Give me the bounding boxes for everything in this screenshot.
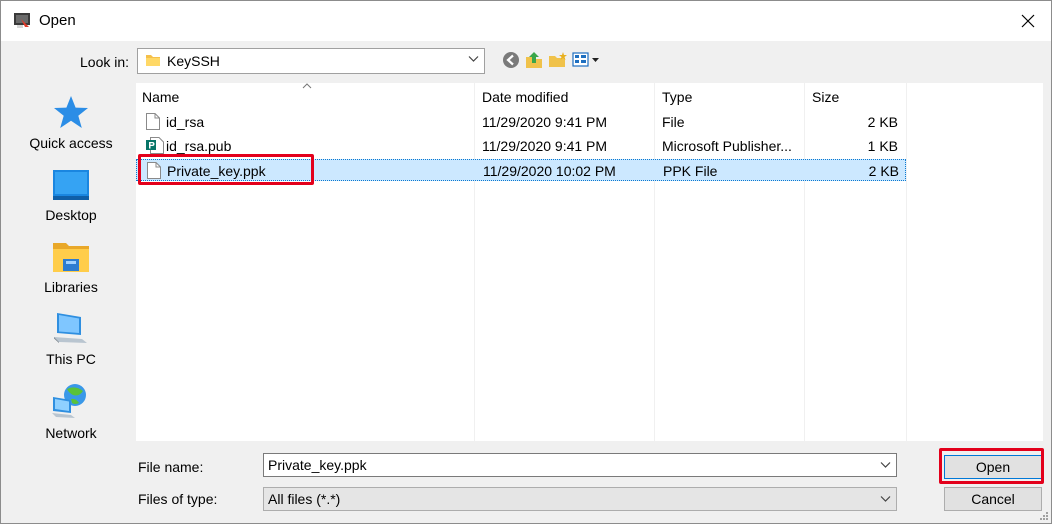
back-icon[interactable]	[502, 51, 520, 69]
file-name: id_rsa	[166, 114, 205, 130]
close-icon	[1021, 14, 1035, 28]
publisher-file-icon	[146, 137, 164, 154]
file-date: 11/29/2020 9:41 PM	[482, 114, 608, 130]
libraries-icon	[53, 243, 89, 272]
place-label: This PC	[46, 351, 96, 367]
place-this-pc[interactable]: This PC	[9, 311, 133, 367]
sort-ascending-icon	[302, 83, 312, 89]
place-label: Desktop	[45, 207, 97, 223]
new-folder-icon[interactable]	[548, 51, 568, 69]
column-separator	[906, 83, 907, 441]
cancel-button[interactable]: Cancel	[944, 487, 1042, 511]
file-type: Microsoft Publisher...	[662, 138, 792, 154]
file-icon	[146, 113, 160, 130]
file-size: 2 KB	[867, 114, 898, 130]
resize-grip-icon[interactable]	[1039, 511, 1049, 521]
chevron-down-icon[interactable]	[880, 461, 891, 469]
column-header-date[interactable]: Date modified	[482, 89, 568, 105]
open-button-highlight-box	[939, 448, 1044, 484]
view-menu-icon[interactable]	[572, 51, 602, 69]
place-label: Quick access	[29, 135, 113, 151]
file-name-combobox[interactable]	[263, 453, 897, 477]
look-in-value: KeySSH	[167, 53, 220, 69]
folder-icon	[146, 55, 160, 66]
file-list[interactable]: Name Date modified Type Size id_rsa 11/2…	[136, 83, 1043, 441]
chevron-down-icon	[880, 496, 891, 502]
file-type-label: Files of type:	[138, 491, 218, 507]
file-name-input[interactable]	[268, 457, 868, 473]
app-icon	[14, 13, 30, 28]
file-row-id-rsa[interactable]: id_rsa 11/29/2020 9:41 PM File 2 KB	[136, 111, 906, 133]
open-dialog: Open Look in: KeySSH Quick access Deskto…	[0, 0, 1052, 524]
look-in-combobox[interactable]: KeySSH	[137, 48, 485, 74]
file-name: id_rsa.pub	[166, 138, 232, 154]
column-header-size[interactable]: Size	[812, 89, 839, 105]
file-date: 11/29/2020 10:02 PM	[483, 163, 616, 179]
file-type-select[interactable]: All files (*.*)	[263, 487, 897, 511]
title-bar: Open	[1, 1, 1051, 41]
place-quick-access[interactable]: Quick access	[9, 95, 133, 151]
place-desktop[interactable]: Desktop	[9, 169, 133, 223]
file-type: PPK File	[663, 163, 718, 179]
close-button[interactable]	[1005, 1, 1051, 41]
network-icon	[52, 384, 86, 418]
places-bar: Quick access Desktop Libraries This PC N…	[9, 83, 133, 441]
selection-highlight-box	[138, 154, 314, 185]
file-type: File	[662, 114, 685, 130]
file-date: 11/29/2020 9:41 PM	[482, 138, 608, 154]
desktop-icon	[53, 170, 89, 200]
place-label: Network	[45, 425, 97, 441]
look-in-label: Look in:	[80, 54, 130, 70]
place-label: Libraries	[44, 279, 98, 295]
file-size: 2 KB	[868, 163, 899, 179]
file-size: 1 KB	[867, 138, 898, 154]
column-header-type[interactable]: Type	[662, 89, 692, 105]
column-header-name[interactable]: Name	[142, 89, 179, 105]
up-folder-icon[interactable]	[524, 51, 544, 69]
place-libraries[interactable]: Libraries	[9, 239, 133, 295]
chevron-down-icon	[468, 56, 479, 62]
star-icon	[54, 96, 88, 128]
file-type-value: All files (*.*)	[268, 491, 341, 507]
file-name-label: File name:	[138, 459, 204, 475]
place-network[interactable]: Network	[9, 383, 133, 441]
window-title: Open	[39, 12, 76, 29]
computer-icon	[54, 313, 87, 343]
